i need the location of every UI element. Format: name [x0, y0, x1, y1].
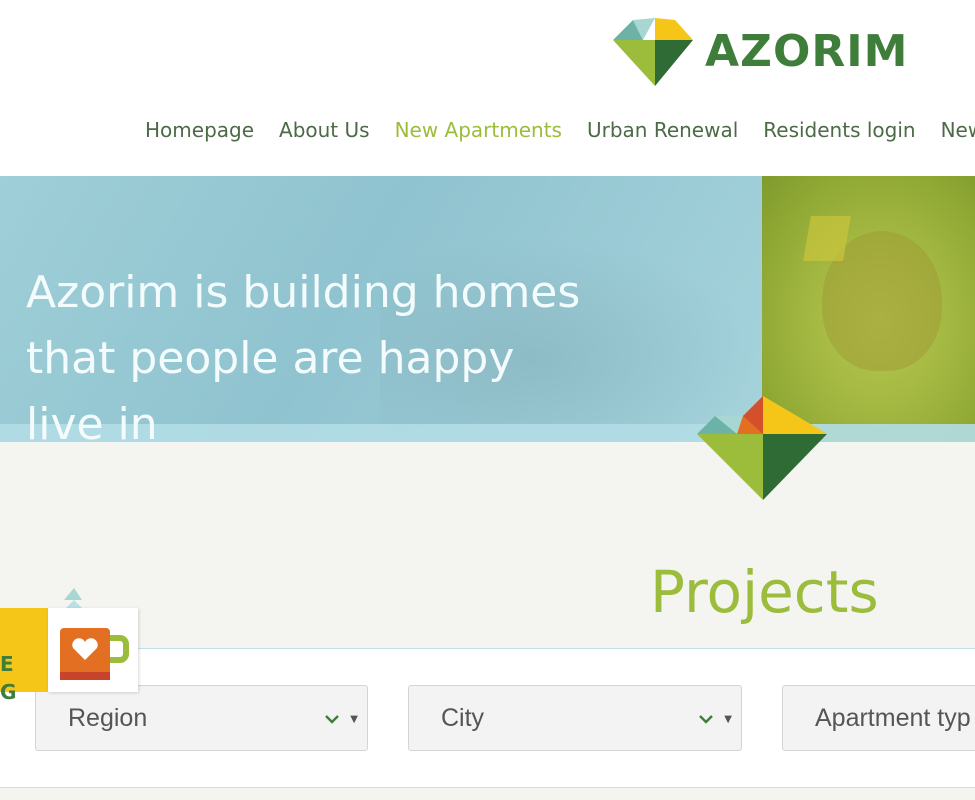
apartment-type-select[interactable]: Apartment typ [782, 685, 975, 751]
hero-title-line-3: live in [26, 399, 158, 442]
projects-section: Projects Region ▼ City ▼ Apartment typ [0, 442, 975, 800]
logo[interactable]: AZORIM [613, 18, 908, 86]
hero-title-line-1: Azorim is building homes [26, 267, 581, 318]
nav-new[interactable]: New [941, 118, 975, 142]
nav-homepage[interactable]: Homepage [145, 118, 254, 142]
nav-urban-renewal[interactable]: Urban Renewal [587, 118, 738, 142]
badge-letter-2: G [0, 680, 17, 704]
site-header: AZORIM Homepage About Us New Apartments … [0, 0, 975, 176]
region-select[interactable]: Region ▼ [35, 685, 368, 751]
city-select[interactable]: City ▼ [408, 685, 742, 751]
chevron-down-icon [325, 715, 339, 724]
coffee-mug-heart-icon [60, 628, 129, 680]
chevron-down-icon [699, 715, 713, 724]
badge-letters: E G [0, 650, 16, 706]
badge-letter-1: E [0, 652, 14, 676]
nav-new-apartments[interactable]: New Apartments [395, 118, 562, 142]
badge-yellow-panel: E G [0, 608, 48, 704]
main-nav: Homepage About Us New Apartments Urban R… [145, 118, 975, 142]
caret-down-icon: ▼ [350, 714, 358, 725]
logo-text: AZORIM [705, 26, 909, 77]
region-select-label: Region [68, 704, 148, 732]
apartment-type-select-label: Apartment typ [815, 704, 971, 732]
azorim-diamond-logo-icon [613, 18, 693, 86]
projects-title: Projects [650, 558, 879, 626]
filter-bar: Region ▼ City ▼ Apartment typ [0, 648, 975, 788]
hero-title: Azorim is building homes that people are… [26, 260, 626, 442]
nav-residents-login[interactable]: Residents login [763, 118, 915, 142]
hero-banner: Azorim is building homes that people are… [0, 176, 975, 442]
city-select-label: City [441, 704, 485, 732]
hero-diamond-icon [697, 396, 827, 500]
nav-about-us[interactable]: About Us [279, 118, 370, 142]
hero-title-line-2: that people are happy [26, 333, 515, 384]
caret-down-icon: ▼ [724, 714, 732, 725]
